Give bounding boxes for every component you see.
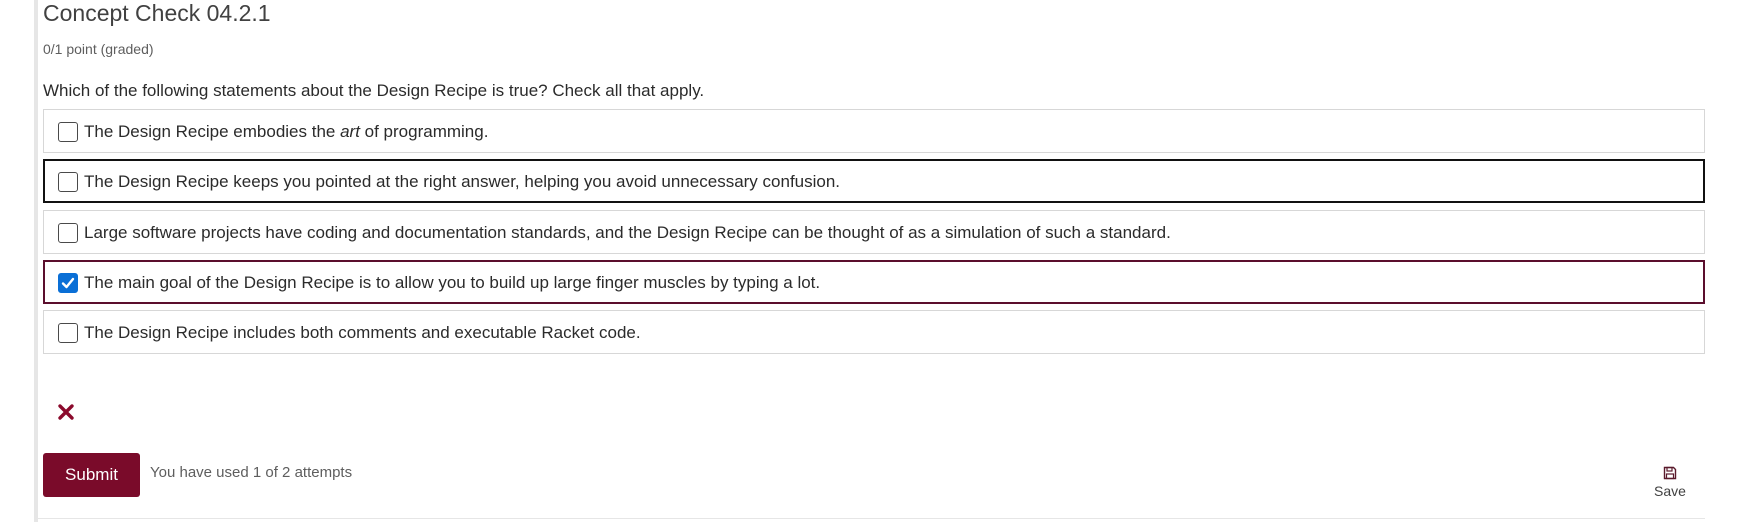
save-label: Save [1654, 483, 1686, 499]
choice-1-text-prefix: The Design Recipe embodies the [84, 122, 341, 141]
choice-3-checkbox[interactable] [58, 223, 78, 243]
submit-button[interactable]: Submit [43, 453, 140, 497]
choice-3[interactable]: Large software projects have coding and … [43, 210, 1705, 254]
choice-4[interactable]: The main goal of the Design Recipe is to… [43, 260, 1705, 304]
floppy-disk-icon [1663, 466, 1677, 480]
checkmark-icon [61, 277, 75, 289]
choice-1-label: The Design Recipe embodies the art of pr… [84, 122, 488, 142]
choice-5-checkbox[interactable] [58, 323, 78, 343]
problem-title: Concept Check 04.2.1 [43, 0, 271, 26]
choice-1[interactable]: The Design Recipe embodies the art of pr… [43, 109, 1705, 153]
choice-1-text-emphasis: art [340, 122, 360, 141]
choice-3-label: Large software projects have coding and … [84, 223, 1171, 242]
incorrect-x-icon [58, 404, 74, 420]
choice-5[interactable]: The Design Recipe includes both comments… [43, 310, 1705, 354]
points-label: 0/1 point (graded) [43, 41, 154, 57]
left-accent-rule [34, 0, 38, 522]
question-text: Which of the following statements about … [43, 81, 705, 100]
choice-2[interactable]: The Design Recipe keeps you pointed at t… [43, 159, 1705, 203]
choice-1-text-suffix: of programming. [359, 122, 489, 141]
bottom-divider [38, 518, 1705, 519]
save-button[interactable]: Save [1646, 466, 1694, 506]
choice-2-checkbox[interactable] [58, 172, 78, 192]
choice-4-label: The main goal of the Design Recipe is to… [84, 273, 821, 292]
choice-5-label: The Design Recipe includes both comments… [84, 323, 641, 342]
choice-1-checkbox[interactable] [58, 122, 78, 142]
problem-container: Concept Check 04.2.1 0/1 point (graded) … [43, 0, 1705, 522]
choice-4-checkbox[interactable] [58, 273, 78, 293]
choice-2-label: The Design Recipe keeps you pointed at t… [84, 172, 841, 191]
attempts-text: You have used 1 of 2 attempts [150, 464, 353, 481]
